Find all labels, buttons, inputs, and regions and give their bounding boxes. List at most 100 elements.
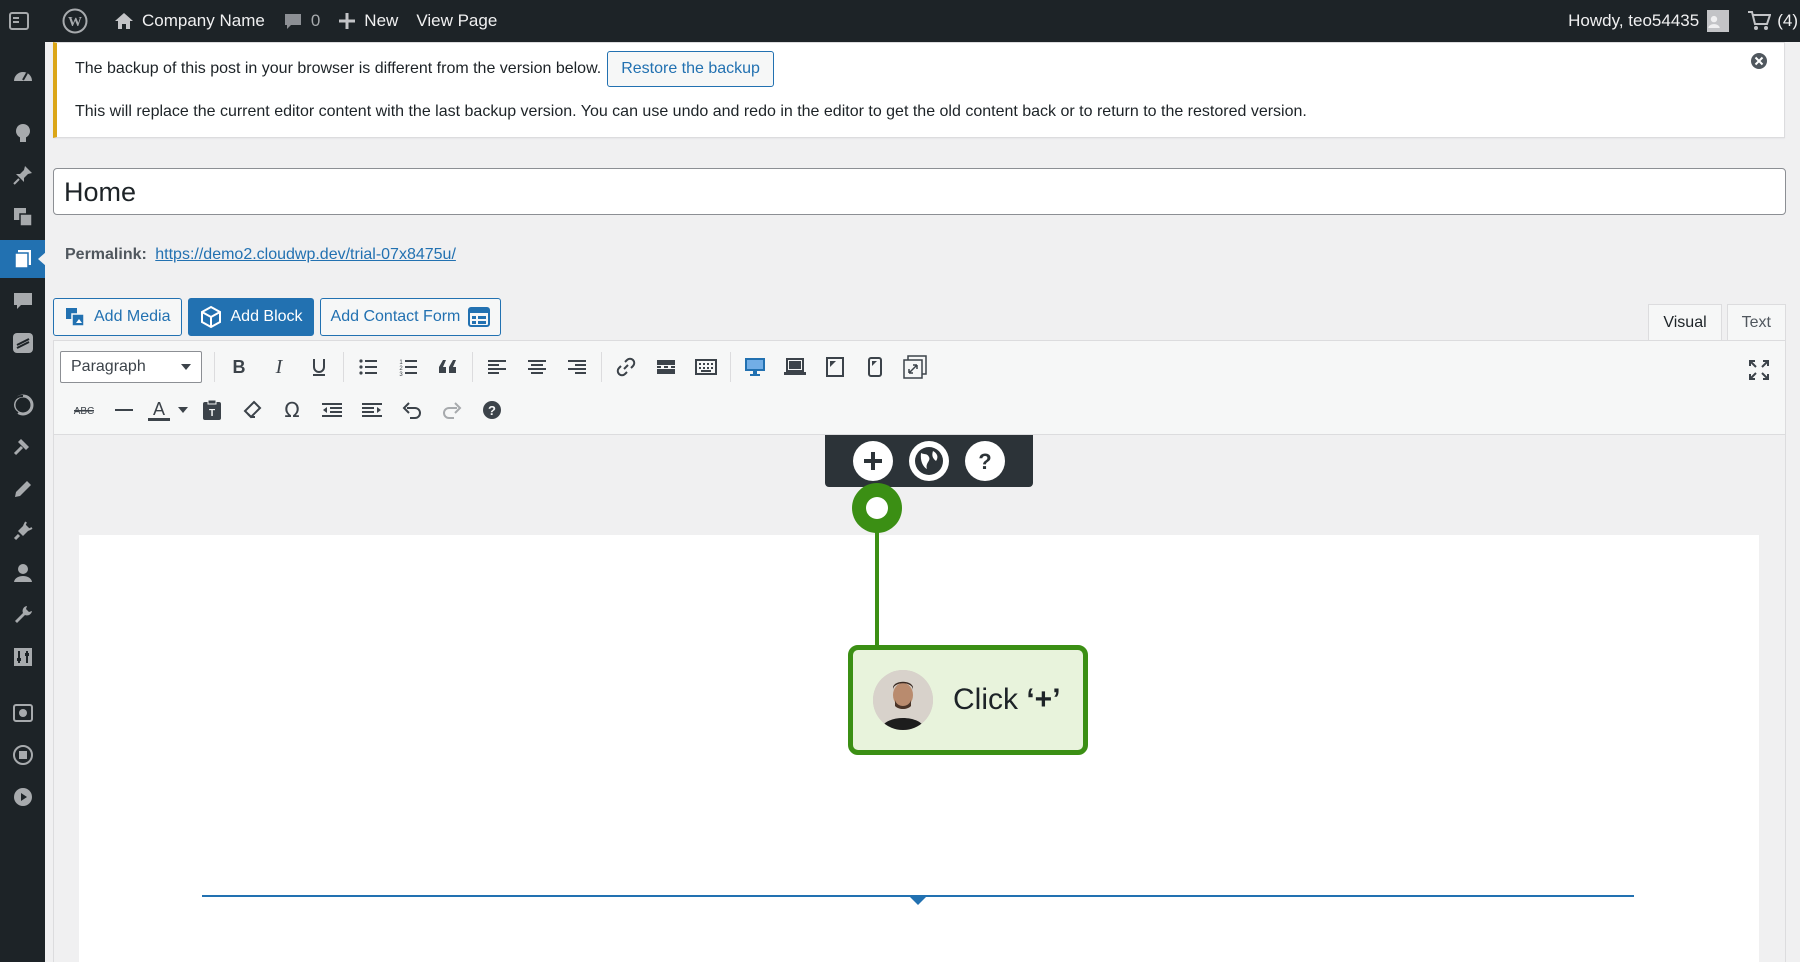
pencil-icon [14,481,31,497]
paste-text-button[interactable]: T [192,393,232,427]
tab-text[interactable]: Text [1726,304,1786,341]
pushpin-icon [12,166,32,185]
sidebar-item-elementor[interactable] [0,324,45,362]
tab-visual[interactable]: Visual [1648,304,1722,341]
sidebar-item-comments[interactable] [0,282,45,320]
lightbulb-icon [15,124,30,142]
toolbar-separator [472,352,473,382]
sidebar-item-plugin-c[interactable] [0,778,45,816]
blockquote-button[interactable] [428,350,468,384]
bold-button[interactable]: B [219,350,259,384]
italic-button[interactable]: I [259,350,299,384]
add-block-button[interactable]: Add Block [187,298,314,336]
sidebar-item-insights[interactable] [0,114,45,152]
responsive-view-button[interactable] [895,350,935,384]
sidebar-item-appearance[interactable] [0,386,45,424]
align-left-icon [488,360,506,374]
italic-icon: I [275,358,284,376]
sidebar-item-edit[interactable] [0,470,45,508]
add-contact-form-label: Add Contact Form [330,308,461,325]
sidebar-item-pages[interactable] [0,240,46,278]
dismiss-notice-button[interactable] [1750,52,1768,70]
clear-formatting-button[interactable] [232,393,272,427]
settings-sliders-icon [13,648,32,666]
site-name-link[interactable]: Company Name [105,0,274,42]
desktop-view-button[interactable] [735,350,775,384]
new-content-link[interactable]: New [329,0,407,42]
person-avatar-icon [873,670,933,730]
text-color-dropdown[interactable] [174,393,192,427]
cart-count: (4) [1777,11,1798,30]
strikethrough-button[interactable]: ABC [64,393,104,427]
distraction-free-button[interactable] [1739,353,1779,387]
undo-button[interactable] [392,393,432,427]
numbered-list-button[interactable]: 123 [388,350,428,384]
hammer-icon [13,439,29,456]
permalink-url[interactable]: https://demo2.cloudwp.dev/trial-07x8475u… [155,246,456,263]
sidebar-item-plugin-b[interactable] [0,736,45,774]
keyboard-shortcuts-button[interactable]: ? [472,393,512,427]
sidebar-item-settings[interactable] [0,638,45,676]
align-left-button[interactable] [477,350,517,384]
quote-icon [439,360,456,373]
read-more-button[interactable] [646,350,686,384]
sidebar-item-dashboard[interactable] [0,58,45,96]
camera-box-icon [12,704,33,722]
account-menu[interactable]: Howdy, teo54435 [1559,0,1738,42]
mobile-view-button[interactable] [855,350,895,384]
insert-link-button[interactable] [606,350,646,384]
caret-down-icon [178,407,188,413]
redo-button[interactable] [432,393,472,427]
admin-panel-icon [9,12,29,30]
sidebar-item-settings-tools[interactable] [0,596,45,634]
cart-link[interactable]: (4) [1738,0,1800,42]
sidebar-item-plugin-a[interactable] [0,694,45,732]
sidebar-item-media[interactable] [0,198,45,236]
align-right-icon [568,360,586,374]
sidebar-item-plugins[interactable] [0,512,45,550]
form-table-icon [468,307,491,327]
align-center-button[interactable] [517,350,557,384]
outdent-button[interactable] [312,393,352,427]
toolbar-separator [601,352,602,382]
user-avatar-icon [1707,10,1730,32]
underline-button[interactable] [299,350,339,384]
wp-logo[interactable]: W [46,0,105,42]
admin-sidebar [0,42,46,962]
post-title-input[interactable]: Home [53,168,1786,215]
view-page-link[interactable]: View Page [407,0,506,42]
add-contact-form-button[interactable]: Add Contact Form [319,298,502,336]
link-icon [616,357,636,377]
text-color-button[interactable]: A [144,393,174,427]
guide-connector [875,530,879,648]
comments-link[interactable]: 0 [274,0,329,42]
svg-text:T: T [209,408,215,419]
indent-button[interactable] [352,393,392,427]
special-character-button[interactable]: Ω [272,393,312,427]
svg-text:Ω: Ω [284,400,299,420]
toolbar-toggle-button[interactable] [686,350,726,384]
sidebar-item-tools[interactable] [0,428,45,466]
toolbar-separator [730,352,731,382]
add-block-plus-button[interactable] [853,441,893,481]
add-media-button[interactable]: Add Media [53,298,182,336]
sidebar-item-users[interactable] [0,554,45,592]
globe-button[interactable] [909,441,949,481]
fullscreen-icon [1749,360,1769,380]
desktop-icon [745,358,765,376]
sidebar-item-posts[interactable] [0,156,45,194]
laptop-icon [784,358,806,375]
backup-notice-detail: This will replace the current editor con… [75,103,1307,120]
format-select[interactable]: Paragraph [60,351,202,383]
admin-menu-toggle[interactable] [0,0,46,42]
align-right-button[interactable] [557,350,597,384]
restore-backup-button[interactable]: Restore the backup [607,51,774,87]
editor-toolbar: Paragraph B I 123 A T Ω ? [54,341,1785,435]
clipboard-icon: T [203,399,221,420]
laptop-view-button[interactable] [775,350,815,384]
media-icon [66,308,85,327]
tablet-view-button[interactable] [815,350,855,384]
horizontal-line-button[interactable] [104,393,144,427]
bullet-list-button[interactable] [348,350,388,384]
block-help-button[interactable]: ? [965,441,1005,481]
